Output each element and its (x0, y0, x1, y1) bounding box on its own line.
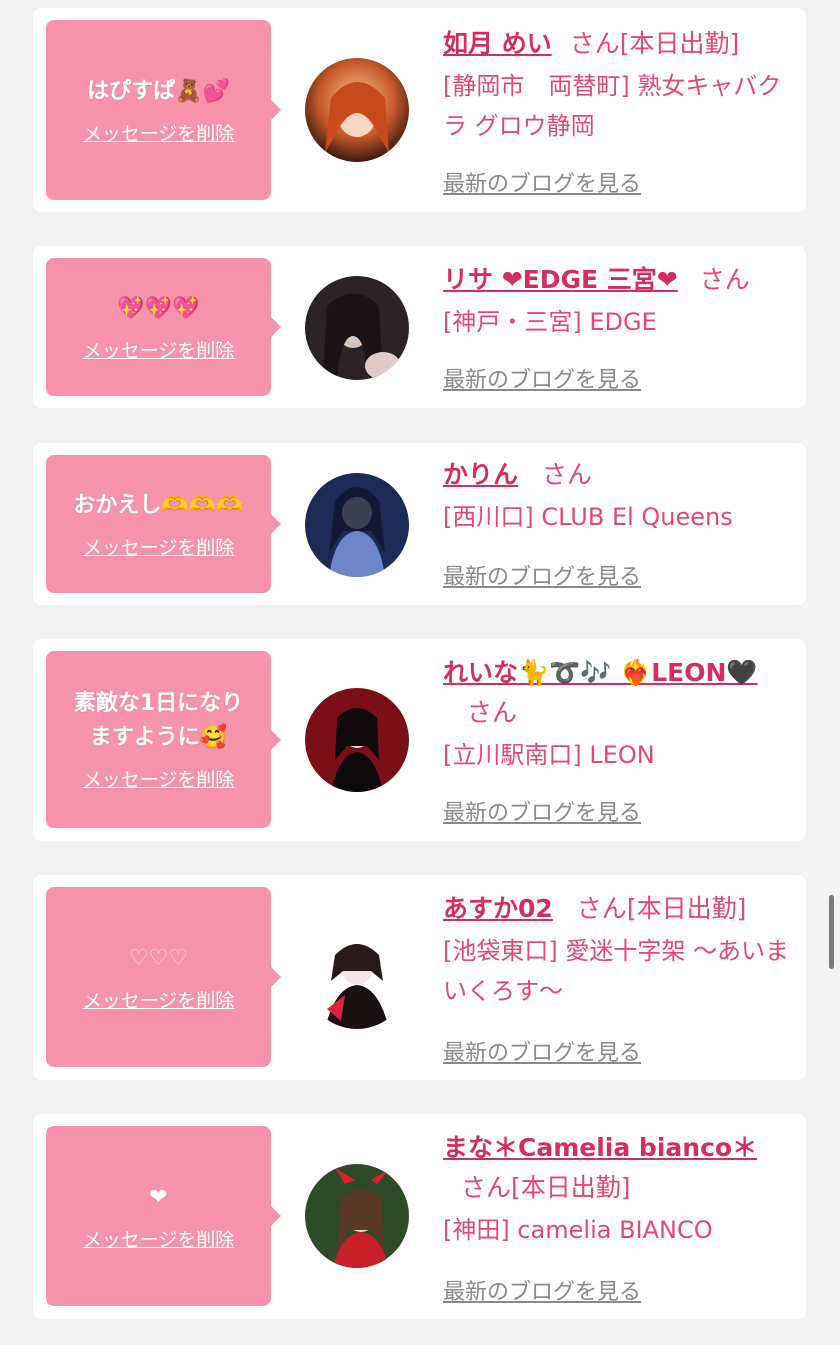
avatar[interactable] (305, 276, 409, 380)
honorific: さん (699, 265, 750, 294)
avatar-image (305, 925, 409, 1029)
message-text: 素敵な1日になりますように🥰 (73, 691, 244, 750)
message-bubble: 💖💖💖 メッセージを削除 (46, 258, 281, 396)
message-card: おかえし🫶🫶🫶 メッセージを削除 かりん さん [西川口] CLUB El Que… (33, 443, 806, 605)
message-bubble: 素敵な1日になりますように🥰 メッセージを削除 (46, 651, 281, 828)
message-text: ❤ (149, 1184, 168, 1210)
avatar-image (305, 1164, 409, 1268)
message-bubble: ♡♡♡ メッセージを削除 (46, 887, 281, 1067)
shop-info: [西川口] CLUB El Queens (443, 503, 733, 531)
name-line: 如月 めい さん[本日出勤] (443, 24, 793, 64)
honorific: さん (542, 460, 593, 489)
message-card: はぴすぱ🧸💕 メッセージを削除 如月 めい さん[本日出勤] [静岡市 両替町] … (33, 8, 806, 212)
avatar[interactable] (305, 1164, 409, 1268)
honorific: さん (576, 894, 627, 923)
avatar-image (305, 473, 409, 577)
message-text: 💖💖💖 (117, 295, 200, 321)
avatar[interactable] (305, 925, 409, 1029)
honorific: さん (467, 698, 518, 727)
girl-info: れいな🐈➰🎶 ❤️‍🔥LEON🖤 さん [立川駅南口] LEON (443, 653, 793, 775)
girl-info: あすか02 さん[本日出勤] [池袋東口] 愛迷十字架 〜あいまいくろす〜 (443, 889, 793, 1011)
shop-info: [池袋東口] 愛迷十字架 〜あいまいくろす〜 (443, 937, 789, 1005)
latest-blog-link[interactable]: 最新のブログを見る (443, 559, 641, 591)
girl-info: まな＊Camelia bianco＊ さん[本日出勤] [神田] camelia … (443, 1128, 793, 1250)
honorific: さん (569, 29, 620, 58)
shop-info: [立川駅南口] LEON (443, 741, 655, 769)
message-card: 💖💖💖 メッセージを削除 リサ ❤EDGE 三宮❤ さん [神戸・三宮] EDGE… (33, 246, 806, 408)
delete-message-link[interactable]: メッセージを削除 (83, 986, 235, 1013)
name-line: れいな🐈➰🎶 ❤️‍🔥LEON🖤 さん (443, 653, 793, 733)
shop-info: [静岡市 両替町] 熟女キャバクラ グロウ静岡 (443, 72, 782, 140)
delete-message-link[interactable]: メッセージを削除 (83, 119, 235, 146)
latest-blog-link[interactable]: 最新のブログを見る (443, 795, 641, 827)
message-bubble: はぴすぱ🧸💕 メッセージを削除 (46, 20, 281, 200)
delete-message-link[interactable]: メッセージを削除 (83, 1225, 235, 1252)
girl-info: リサ ❤EDGE 三宮❤ さん [神戸・三宮] EDGE (443, 260, 793, 342)
message-text: ♡♡♡ (128, 945, 189, 971)
message-text: おかえし🫶🫶🫶 (73, 492, 244, 518)
status-badge: [本日出勤] (626, 894, 747, 923)
delete-message-link[interactable]: メッセージを削除 (83, 533, 235, 560)
girl-name-link[interactable]: あすか02 (443, 894, 553, 923)
message-text: はぴすぱ🧸💕 (87, 78, 230, 104)
avatar-image (305, 58, 409, 162)
girl-name-link[interactable]: れいな🐈➰🎶 ❤️‍🔥LEON🖤 (443, 658, 758, 687)
latest-blog-link[interactable]: 最新のブログを見る (443, 1274, 641, 1306)
girl-name-link[interactable]: リサ ❤EDGE 三宮❤ (443, 265, 678, 294)
message-bubble: おかえし🫶🫶🫶 メッセージを削除 (46, 455, 281, 593)
name-line: かりん さん (443, 455, 793, 495)
avatar[interactable] (305, 58, 409, 162)
name-line: まな＊Camelia bianco＊ さん[本日出勤] (443, 1128, 793, 1208)
girl-name-link[interactable]: まな＊Camelia bianco＊ (443, 1133, 757, 1162)
latest-blog-link[interactable]: 最新のブログを見る (443, 166, 641, 198)
latest-blog-link[interactable]: 最新のブログを見る (443, 1035, 641, 1067)
avatar[interactable] (305, 473, 409, 577)
status-badge: [本日出勤] (619, 29, 740, 58)
message-card: 素敵な1日になりますように🥰 メッセージを削除 れいな🐈➰🎶 ❤️‍🔥LEON🖤… (33, 639, 806, 841)
name-line: リサ ❤EDGE 三宮❤ さん (443, 260, 793, 300)
message-card: ♡♡♡ メッセージを削除 あすか02 さん[本日出勤] [池袋東口] 愛迷十字架 … (33, 875, 806, 1080)
honorific: さん (461, 1173, 512, 1202)
shop-info: [神戸・三宮] EDGE (443, 308, 657, 336)
status-badge: [本日出勤] (511, 1173, 631, 1202)
avatar-image (305, 688, 409, 792)
avatar-image (305, 276, 409, 380)
girl-name-link[interactable]: 如月 めい (443, 29, 552, 58)
girl-info: 如月 めい さん[本日出勤] [静岡市 両替町] 熟女キャバクラ グロウ静岡 (443, 24, 793, 146)
message-card: ❤ メッセージを削除 まな＊Camelia bianco＊ さん[本日出勤] [神… (33, 1114, 806, 1319)
avatar[interactable] (305, 688, 409, 792)
shop-info: [神田] camelia BIANCO (443, 1216, 713, 1244)
name-line: あすか02 さん[本日出勤] (443, 889, 793, 929)
scrollbar[interactable] (829, 895, 834, 969)
girl-info: かりん さん [西川口] CLUB El Queens (443, 455, 793, 537)
girl-name-link[interactable]: かりん (443, 460, 518, 489)
message-bubble: ❤ メッセージを削除 (46, 1126, 281, 1306)
delete-message-link[interactable]: メッセージを削除 (83, 765, 235, 792)
delete-message-link[interactable]: メッセージを削除 (83, 336, 235, 363)
latest-blog-link[interactable]: 最新のブログを見る (443, 362, 641, 394)
